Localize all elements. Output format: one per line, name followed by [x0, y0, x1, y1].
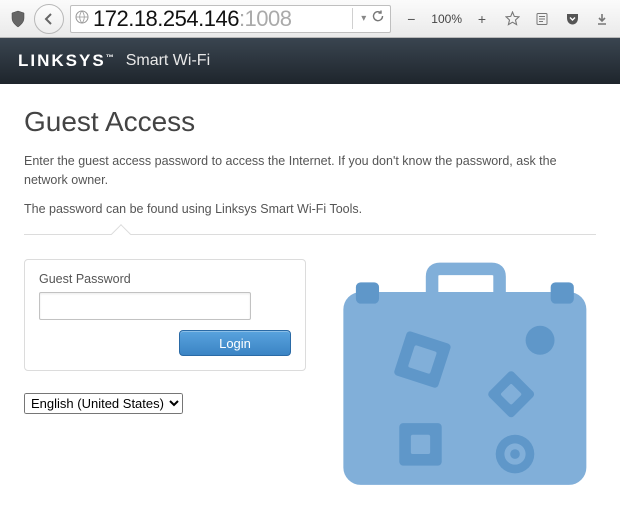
main-content: Guest Access Enter the guest access pass…: [0, 84, 620, 489]
downloads-button[interactable]: [588, 5, 616, 33]
page-desc-2: The password can be found using Linksys …: [24, 200, 596, 219]
globe-icon: [75, 10, 89, 27]
login-panel: Guest Password Login: [24, 259, 306, 371]
page-desc-1: Enter the guest access password to acces…: [24, 152, 596, 190]
zoom-in-button[interactable]: +: [468, 5, 496, 33]
password-input[interactable]: [39, 292, 251, 320]
shield-icon[interactable]: [4, 5, 32, 33]
password-label: Guest Password: [39, 272, 291, 286]
page-header: LINKSYS™ Smart Wi-Fi: [0, 38, 620, 84]
divider-notch: [111, 224, 131, 244]
url-bar[interactable]: 172.18.254.146:1008 ▾: [70, 5, 391, 33]
zoom-level: 100%: [427, 12, 466, 26]
refresh-icon[interactable]: [370, 8, 386, 29]
page-title: Guest Access: [24, 106, 596, 138]
url-text[interactable]: 172.18.254.146:1008: [93, 6, 352, 32]
brand-tm: ™: [106, 53, 116, 62]
url-port: :1008: [239, 6, 292, 31]
language-select[interactable]: English (United States): [24, 393, 183, 414]
left-column: Guest Password Login English (United Sta…: [24, 259, 306, 489]
hero-image: [326, 259, 596, 489]
bookmark-button[interactable]: [498, 5, 526, 33]
section-divider: [24, 234, 596, 235]
url-host: 172.18.254.146: [93, 6, 239, 31]
reader-button[interactable]: [528, 5, 556, 33]
brand-subtitle: Smart Wi-Fi: [126, 52, 210, 70]
suitcase-icon: [326, 259, 596, 489]
back-button[interactable]: [34, 4, 64, 34]
zoom-out-button[interactable]: −: [397, 5, 425, 33]
brand-text: LINKSYS: [18, 51, 106, 70]
dropdown-icon[interactable]: ▾: [357, 13, 370, 24]
browser-toolbar: 172.18.254.146:1008 ▾ − 100% +: [0, 0, 620, 38]
login-button[interactable]: Login: [179, 330, 291, 356]
url-actions: ▾: [352, 8, 386, 29]
pocket-button[interactable]: [558, 5, 586, 33]
brand-logo: LINKSYS™: [18, 51, 116, 71]
